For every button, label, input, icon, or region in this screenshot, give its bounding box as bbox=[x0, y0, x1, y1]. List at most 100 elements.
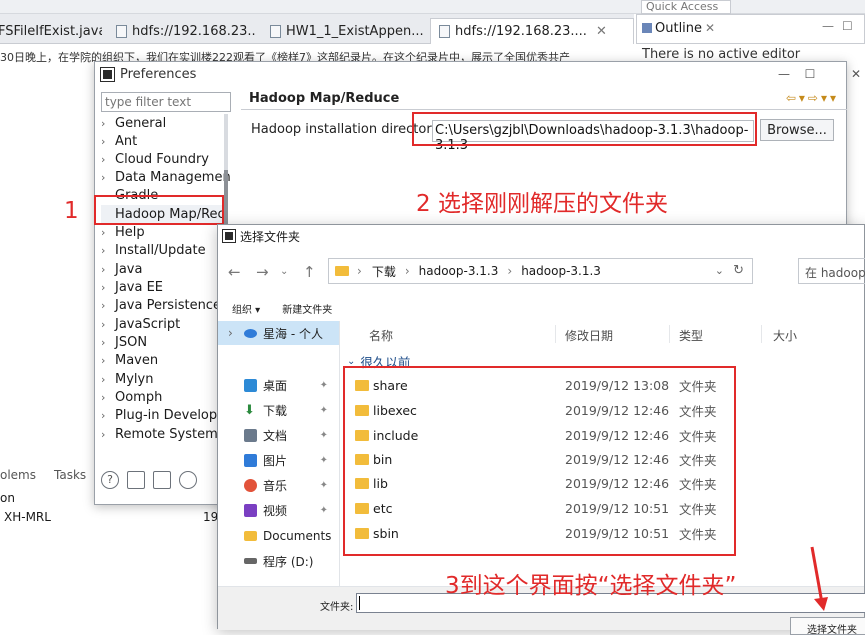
nav-item[interactable]: 音乐 ✦ bbox=[218, 473, 339, 497]
nav-item[interactable]: 图片 ✦ bbox=[218, 448, 339, 472]
chevron-right-icon[interactable]: › bbox=[101, 373, 115, 386]
maximize-button[interactable]: ☐ bbox=[798, 65, 822, 83]
tree-item[interactable]: › General bbox=[101, 114, 166, 132]
editor-tab[interactable]: hdfs://192.168.23.... bbox=[108, 18, 256, 44]
nav-item[interactable]: 视频 ✦ bbox=[218, 498, 339, 522]
column-header-name[interactable]: 名称 bbox=[369, 327, 393, 344]
close-icon[interactable]: ✕ bbox=[705, 21, 715, 35]
editor-tab[interactable]: HW1_1_ExistAppen... bbox=[262, 18, 430, 44]
pin-icon[interactable]: ✦ bbox=[320, 380, 328, 391]
tree-item[interactable]: › Mylyn bbox=[101, 370, 153, 388]
install-dir-field[interactable]: C:\Users\gzjbl\Downloads\hadoop-3.1.3\ha… bbox=[432, 120, 754, 153]
breadcrumb-item[interactable]: hadoop-3.1.3 bbox=[521, 264, 601, 278]
tree-item[interactable]: › Maven bbox=[101, 351, 158, 369]
problems-tab[interactable]: olems bbox=[0, 468, 36, 482]
column-divider[interactable] bbox=[669, 325, 670, 343]
chevron-right-icon[interactable]: › bbox=[101, 318, 115, 331]
chevron-right-icon[interactable]: › bbox=[101, 428, 115, 441]
chevron-right-icon[interactable]: › bbox=[101, 281, 115, 294]
tree-item[interactable]: › Ant bbox=[101, 132, 137, 150]
chevron-right-icon[interactable]: › bbox=[101, 244, 115, 257]
chevron-right-icon[interactable]: › bbox=[101, 409, 115, 422]
tree-item[interactable]: › Java bbox=[101, 260, 142, 278]
chevron-right-icon[interactable]: › bbox=[101, 299, 115, 312]
history-nav-icons[interactable]: ⇦▾⇨▾▾ bbox=[786, 91, 839, 105]
list-item[interactable]: libexec 2019/9/12 12:46 文件夹 bbox=[355, 398, 745, 422]
chevron-down-icon[interactable]: ⌄ bbox=[715, 264, 724, 277]
chevron-down-icon[interactable]: ⌄ bbox=[280, 266, 288, 277]
nav-item[interactable]: Documents bbox=[218, 524, 339, 548]
refresh-icon[interactable]: ↻ bbox=[733, 263, 744, 278]
chevron-right-icon[interactable]: › bbox=[357, 264, 362, 278]
nav-item[interactable]: 程序 (D:) bbox=[218, 549, 339, 573]
chevron-right-icon[interactable]: › bbox=[101, 226, 115, 239]
chevron-right-icon[interactable]: › bbox=[101, 153, 115, 166]
tree-item-selected[interactable]: Hadoop Map/Rec bbox=[101, 205, 225, 223]
chevron-right-icon[interactable]: › bbox=[228, 326, 233, 340]
pin-icon[interactable]: ✦ bbox=[320, 505, 328, 516]
tree-item[interactable]: › JSON bbox=[101, 333, 147, 351]
pin-icon[interactable]: ✦ bbox=[320, 405, 328, 416]
column-divider[interactable] bbox=[761, 325, 762, 343]
nav-item[interactable]: 文档 ✦ bbox=[218, 423, 339, 447]
chevron-right-icon[interactable]: › bbox=[101, 117, 115, 130]
pin-icon[interactable]: ✦ bbox=[320, 455, 328, 466]
chevron-right-icon[interactable]: › bbox=[101, 391, 115, 404]
filter-input[interactable] bbox=[101, 92, 231, 112]
organize-menu[interactable]: 组织 ▾ bbox=[232, 301, 260, 316]
minimize-button[interactable]: — bbox=[772, 65, 796, 83]
list-item[interactable]: include 2019/9/12 12:46 文件夹 bbox=[355, 423, 745, 447]
list-item[interactable]: sbin 2019/9/12 10:51 文件夹 bbox=[355, 521, 745, 545]
tree-item[interactable]: › Plug-in Developm bbox=[101, 406, 230, 424]
editor-tab[interactable]: FSFileIfExist.java bbox=[0, 18, 102, 44]
tree-item[interactable]: › Install/Update bbox=[101, 241, 206, 259]
quick-access-input[interactable]: Quick Access bbox=[641, 0, 731, 14]
new-folder-button[interactable]: 新建文件夹 bbox=[282, 301, 332, 316]
tree-item[interactable]: › Cloud Foundry bbox=[101, 150, 209, 168]
tree-item[interactable]: › Java Persistence bbox=[101, 296, 221, 314]
search-input[interactable]: 在 hadoop bbox=[798, 258, 865, 284]
select-folder-button[interactable]: 选择文件夹 bbox=[790, 617, 865, 635]
nav-item-onedrive[interactable]: › 星海 - 个人 bbox=[218, 321, 339, 345]
back-icon[interactable]: ← bbox=[228, 263, 241, 281]
chevron-right-icon[interactable]: › bbox=[101, 336, 115, 349]
breadcrumb-item[interactable]: hadoop-3.1.3 bbox=[419, 264, 499, 278]
tasks-tab[interactable]: Tasks bbox=[54, 468, 86, 482]
help-icon[interactable]: ? bbox=[101, 471, 119, 489]
up-icon[interactable]: ↑ bbox=[303, 263, 316, 281]
browse-button[interactable]: Browse... bbox=[760, 119, 834, 141]
chevron-right-icon[interactable]: › bbox=[101, 263, 115, 276]
tree-item[interactable]: › Help bbox=[101, 223, 145, 241]
list-item[interactable]: bin 2019/9/12 12:46 文件夹 bbox=[355, 447, 745, 471]
tree-item[interactable]: › Java EE bbox=[101, 278, 163, 296]
list-item[interactable]: lib 2019/9/12 12:46 文件夹 bbox=[355, 471, 745, 495]
chevron-right-icon[interactable]: › bbox=[507, 264, 512, 278]
breadcrumb-item[interactable]: 下载 bbox=[372, 263, 396, 280]
nav-item[interactable]: ⬇ 下载 ✦ bbox=[218, 398, 339, 422]
list-item[interactable]: etc 2019/9/12 10:51 文件夹 bbox=[355, 496, 745, 520]
list-item[interactable]: share 2019/9/12 13:08 文件夹 bbox=[355, 373, 745, 397]
chevron-right-icon[interactable]: › bbox=[101, 354, 115, 367]
address-bar[interactable]: › 下载 › hadoop-3.1.3 › hadoop-3.1.3 ⌄ ↻ bbox=[328, 258, 753, 284]
table-row[interactable]: XH-MRL bbox=[4, 510, 51, 524]
tree-item[interactable]: › JavaScript bbox=[101, 315, 180, 333]
chevron-down-icon[interactable]: ⌄ bbox=[347, 356, 355, 367]
chevron-right-icon[interactable]: › bbox=[405, 264, 410, 278]
column-header-type[interactable]: 类型 bbox=[679, 327, 703, 344]
forward-icon[interactable]: → bbox=[256, 263, 269, 281]
import-icon[interactable] bbox=[127, 471, 145, 489]
chevron-right-icon[interactable]: › bbox=[101, 135, 115, 148]
pin-icon[interactable]: ✦ bbox=[320, 480, 328, 491]
close-icon[interactable]: ✕ bbox=[596, 24, 607, 39]
column-divider[interactable] bbox=[555, 325, 556, 343]
nav-item[interactable]: 桌面 ✦ bbox=[218, 373, 339, 397]
group-header[interactable]: ⌄ 很久以前 bbox=[347, 352, 410, 371]
close-button[interactable]: ✕ bbox=[844, 65, 865, 83]
outline-view-tab[interactable]: Outline ✕ — ☐ bbox=[636, 14, 865, 44]
editor-tab-active[interactable]: hdfs://192.168.23.... ✕ bbox=[430, 18, 634, 44]
tree-item[interactable]: › Oomph bbox=[101, 388, 162, 406]
pin-icon[interactable]: ✦ bbox=[320, 430, 328, 441]
minimize-icon[interactable]: — bbox=[822, 19, 834, 33]
chevron-right-icon[interactable]: › bbox=[101, 171, 115, 184]
tree-item[interactable]: › Remote Systems bbox=[101, 425, 225, 443]
